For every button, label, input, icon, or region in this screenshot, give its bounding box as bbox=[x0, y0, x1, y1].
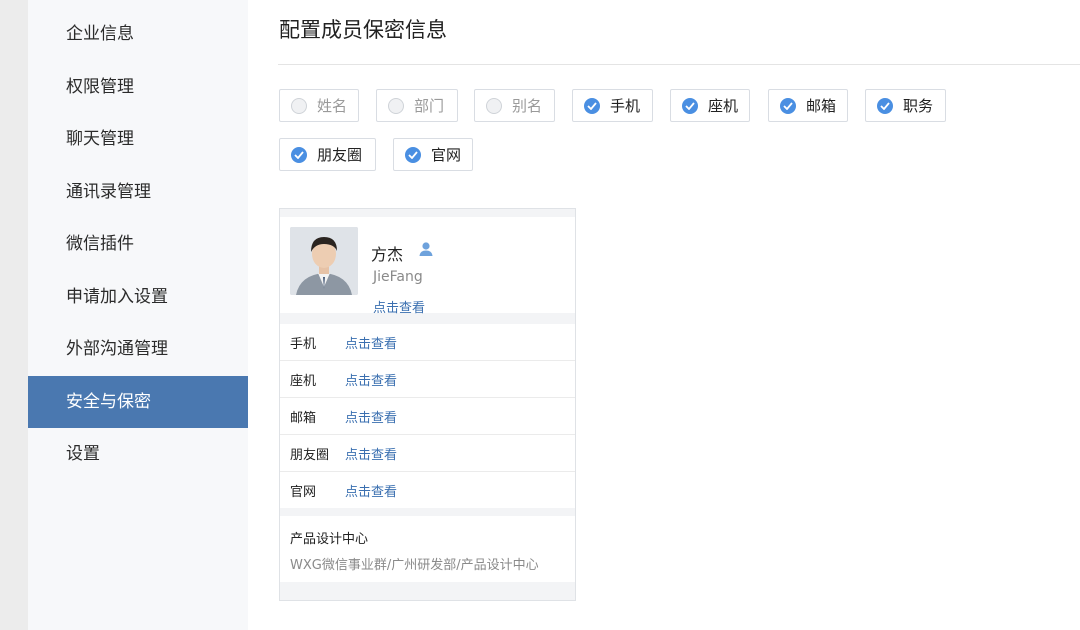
card-department-section: 产品设计中心 WXG微信事业群/广州研发部/产品设计中心 bbox=[280, 516, 575, 582]
sidebar-item-external-communication[interactable]: 外部沟通管理 bbox=[28, 323, 248, 375]
sidebar-item-company-info[interactable]: 企业信息 bbox=[28, 8, 248, 60]
option-label: 手机 bbox=[610, 97, 641, 115]
option-moments-checkbox[interactable]: 朋友圈 bbox=[279, 138, 376, 171]
option-department-checkbox[interactable]: 部门 bbox=[376, 89, 458, 122]
sidebar-item-settings[interactable]: 设置 bbox=[28, 428, 248, 480]
title-divider bbox=[278, 64, 1080, 65]
field-label: 邮箱 bbox=[290, 411, 317, 426]
option-label: 别名 bbox=[512, 97, 543, 115]
option-landline-checkbox[interactable]: 座机 bbox=[670, 89, 750, 122]
check-circle-icon bbox=[780, 97, 796, 114]
empty-circle-icon bbox=[486, 97, 502, 114]
option-label: 座机 bbox=[708, 97, 739, 115]
sidebar-item-join-settings[interactable]: 申请加入设置 bbox=[28, 271, 248, 323]
check-circle-icon bbox=[682, 97, 698, 114]
view-landline-link[interactable]: 点击查看 bbox=[345, 370, 397, 389]
sidebar-item-security[interactable]: 安全与保密 bbox=[28, 376, 248, 428]
check-circle-icon bbox=[877, 97, 893, 114]
card-row-moments: 朋友圈 点击查看 bbox=[280, 435, 575, 472]
option-label: 官网 bbox=[431, 146, 462, 164]
card-row-website: 官网 点击查看 bbox=[280, 472, 575, 508]
department-name: 产品设计中心 bbox=[290, 532, 369, 547]
check-circle-icon bbox=[584, 97, 600, 114]
department-path: WXG微信事业群/广州研发部/产品设计中心 bbox=[290, 558, 539, 573]
member-preview-card: 方杰 JieFang 点击查看 手机 点击查看 座机 点击查看 邮箱 点击查看 bbox=[279, 208, 576, 601]
window-left-gutter bbox=[0, 0, 28, 630]
option-email-checkbox[interactable]: 邮箱 bbox=[768, 89, 848, 122]
field-label: 官网 bbox=[290, 485, 317, 500]
card-header: 方杰 JieFang 点击查看 bbox=[280, 217, 575, 316]
field-label: 手机 bbox=[290, 337, 317, 352]
view-details-link[interactable]: 点击查看 bbox=[373, 297, 425, 316]
field-label: 座机 bbox=[290, 374, 317, 389]
view-website-link[interactable]: 点击查看 bbox=[345, 481, 397, 500]
person-icon bbox=[418, 241, 434, 257]
card-row-landline: 座机 点击查看 bbox=[280, 361, 575, 398]
card-field-list: 手机 点击查看 座机 点击查看 邮箱 点击查看 朋友圈 点击查看 官网 点击查看 bbox=[280, 324, 575, 508]
view-email-link[interactable]: 点击查看 bbox=[345, 407, 397, 426]
view-moments-link[interactable]: 点击查看 bbox=[345, 444, 397, 463]
sidebar: 企业信息 权限管理 聊天管理 通讯录管理 微信插件 申请加入设置 外部沟通管理 … bbox=[28, 0, 248, 630]
member-english-name: JieFang bbox=[373, 269, 423, 285]
option-name-checkbox[interactable]: 姓名 bbox=[279, 89, 359, 122]
option-label: 朋友圈 bbox=[317, 146, 363, 164]
member-name: 方杰 bbox=[371, 245, 404, 264]
option-label: 职务 bbox=[903, 97, 934, 115]
option-mobile-checkbox[interactable]: 手机 bbox=[572, 89, 653, 122]
option-title-checkbox[interactable]: 职务 bbox=[865, 89, 946, 122]
card-row-email: 邮箱 点击查看 bbox=[280, 398, 575, 435]
empty-circle-icon bbox=[388, 97, 404, 114]
check-circle-icon bbox=[291, 146, 307, 163]
option-alias-checkbox[interactable]: 别名 bbox=[474, 89, 555, 122]
sidebar-item-contacts-management[interactable]: 通讯录管理 bbox=[28, 166, 248, 218]
field-label: 朋友圈 bbox=[290, 448, 330, 463]
sidebar-item-chat-management[interactable]: 聊天管理 bbox=[28, 113, 248, 165]
sidebar-item-permissions[interactable]: 权限管理 bbox=[28, 61, 248, 113]
view-mobile-link[interactable]: 点击查看 bbox=[345, 333, 397, 352]
option-label: 部门 bbox=[414, 97, 445, 115]
page-title: 配置成员保密信息 bbox=[279, 18, 447, 42]
sidebar-item-wechat-plugin[interactable]: 微信插件 bbox=[28, 218, 248, 270]
empty-circle-icon bbox=[291, 97, 307, 114]
option-website-checkbox[interactable]: 官网 bbox=[393, 138, 473, 171]
card-row-mobile: 手机 点击查看 bbox=[280, 324, 575, 361]
main-panel: 配置成员保密信息 姓名 部门 别名 手机 座机 邮箱 职务 朋友圈 官网 方杰 … bbox=[248, 0, 1080, 630]
option-label: 姓名 bbox=[317, 97, 348, 115]
avatar bbox=[290, 227, 358, 295]
option-label: 邮箱 bbox=[806, 97, 837, 115]
check-circle-icon bbox=[405, 146, 421, 163]
